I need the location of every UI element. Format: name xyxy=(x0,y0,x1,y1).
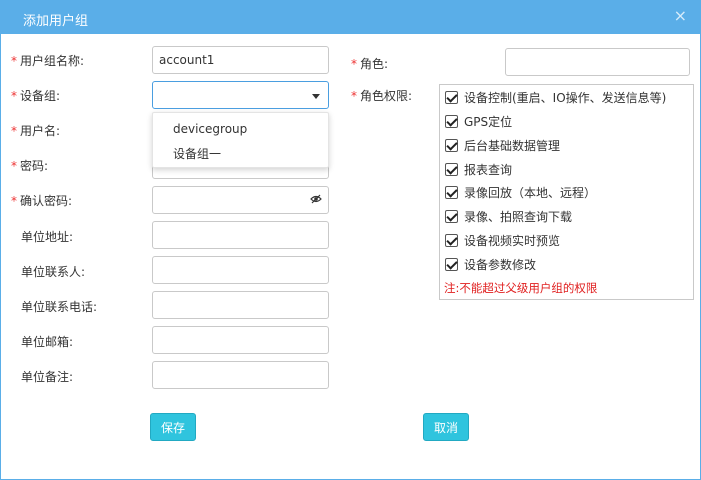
unit-remark-label: 单位备注: xyxy=(21,370,74,384)
required-mark: * xyxy=(11,124,17,138)
group-name-label: * 用户组名称: xyxy=(11,54,85,68)
permission-item[interactable]: 录像、拍照查询下载 xyxy=(445,208,572,224)
required-mark: * xyxy=(11,54,17,68)
unit-contact-label: 单位联系人: xyxy=(21,265,86,279)
unit-contact-field[interactable] xyxy=(152,256,329,284)
username-label: * 用户名: xyxy=(11,124,61,138)
checkbox[interactable] xyxy=(445,90,458,104)
role-label: * 角色: xyxy=(351,57,389,71)
checkbox[interactable] xyxy=(445,185,458,199)
unit-email-field[interactable] xyxy=(152,326,329,354)
device-group-dropdown: devicegroup 设备组一 xyxy=(152,112,329,168)
checkbox[interactable] xyxy=(445,233,458,247)
unit-address-input[interactable] xyxy=(153,222,328,248)
confirm-password-field[interactable] xyxy=(152,186,329,214)
role-field[interactable] xyxy=(505,48,690,76)
dialog-title: 添加用户组 xyxy=(23,14,89,29)
permission-item[interactable]: 设备参数修改 xyxy=(445,256,536,272)
permission-label: 设备视频实时预览 xyxy=(464,233,561,248)
role-permissions-label: * 角色权限: xyxy=(351,89,413,103)
device-group-select[interactable] xyxy=(152,81,329,109)
required-mark: * xyxy=(11,89,17,103)
show-password-eye-icon[interactable] xyxy=(310,193,322,208)
save-button[interactable]: 保存 xyxy=(150,413,196,441)
unit-remark-field[interactable] xyxy=(152,361,329,389)
dropdown-option[interactable]: devicegroup xyxy=(173,122,247,136)
permission-label: 报表查询 xyxy=(464,162,513,177)
permission-item[interactable]: 报表查询 xyxy=(445,161,512,177)
unit-phone-input[interactable] xyxy=(153,292,328,318)
checkbox[interactable] xyxy=(445,209,458,223)
required-mark: * xyxy=(351,89,357,103)
required-mark: * xyxy=(351,57,357,71)
group-name-field[interactable] xyxy=(152,46,329,74)
password-label: * 密码: xyxy=(11,159,49,173)
unit-email-input[interactable] xyxy=(153,327,328,353)
permission-label: 设备参数修改 xyxy=(464,257,537,272)
device-group-label: * 设备组: xyxy=(11,89,61,103)
permission-item[interactable]: 设备视频实时预览 xyxy=(445,232,560,248)
permission-item[interactable]: 后台基础数据管理 xyxy=(445,137,560,153)
close-icon[interactable]: × xyxy=(674,7,687,25)
confirm-password-input[interactable] xyxy=(153,187,328,213)
device-group-input[interactable] xyxy=(153,82,328,108)
permission-item[interactable]: 设备控制(重启、IO操作、发送信息等) xyxy=(445,89,666,105)
unit-phone-label: 单位联系电话: xyxy=(21,300,98,314)
confirm-password-label: * 确认密码: xyxy=(11,194,73,208)
checkbox[interactable] xyxy=(445,257,458,271)
dropdown-option[interactable]: 设备组一 xyxy=(173,145,221,162)
permissions-list: 设备控制(重启、IO操作、发送信息等) GPS定位 后台基础数据管理 报表查询 … xyxy=(439,84,694,300)
permission-note: 注:不能超过父级用户组的权限 xyxy=(444,281,598,295)
add-user-group-dialog: 添加用户组 × * 用户组名称: * 设备组: * 用户名: * 密码: * 确认密码: … xyxy=(0,0,701,480)
unit-remark-input[interactable] xyxy=(153,362,328,388)
checkbox[interactable] xyxy=(445,138,458,152)
checkbox[interactable] xyxy=(445,162,458,176)
unit-phone-field[interactable] xyxy=(152,291,329,319)
eye-icon xyxy=(310,194,322,204)
unit-contact-input[interactable] xyxy=(153,257,328,283)
permission-label: 设备控制(重启、IO操作、发送信息等) xyxy=(464,90,667,105)
permission-label: 录像回放（本地、远程） xyxy=(464,185,597,200)
role-input[interactable] xyxy=(506,49,689,75)
dialog-titlebar: 添加用户组 × xyxy=(1,1,700,34)
chevron-down-icon[interactable] xyxy=(312,94,320,99)
cancel-button[interactable]: 取消 xyxy=(423,413,469,441)
permission-label: 录像、拍照查询下载 xyxy=(464,209,573,224)
unit-address-label: 单位地址: xyxy=(21,230,74,244)
unit-address-field[interactable] xyxy=(152,221,329,249)
required-mark: * xyxy=(11,159,17,173)
permission-item[interactable]: 录像回放（本地、远程） xyxy=(445,184,596,200)
group-name-input[interactable] xyxy=(153,47,328,73)
permission-label: GPS定位 xyxy=(464,114,513,129)
required-mark: * xyxy=(11,194,17,208)
permission-item[interactable]: GPS定位 xyxy=(445,113,512,129)
checkbox[interactable] xyxy=(445,114,458,128)
permission-label: 后台基础数据管理 xyxy=(464,138,561,153)
unit-email-label: 单位邮箱: xyxy=(21,335,74,349)
